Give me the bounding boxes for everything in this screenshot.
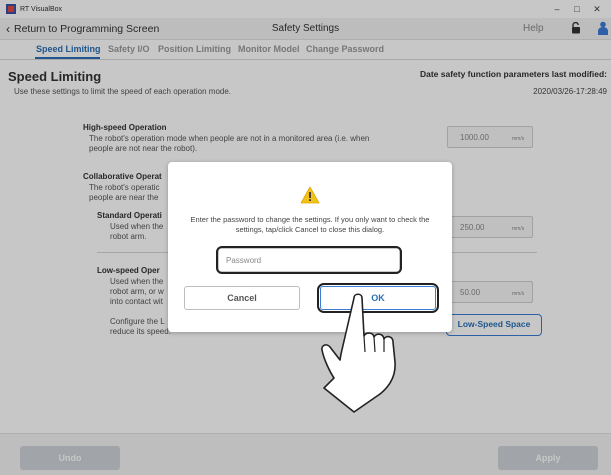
dialog-message: Enter the password to change the setting… <box>190 215 430 234</box>
warning-icon <box>300 186 320 204</box>
password-input-highlight <box>216 246 402 274</box>
cancel-button[interactable]: Cancel <box>184 286 300 310</box>
pointing-hand-icon <box>321 293 396 413</box>
